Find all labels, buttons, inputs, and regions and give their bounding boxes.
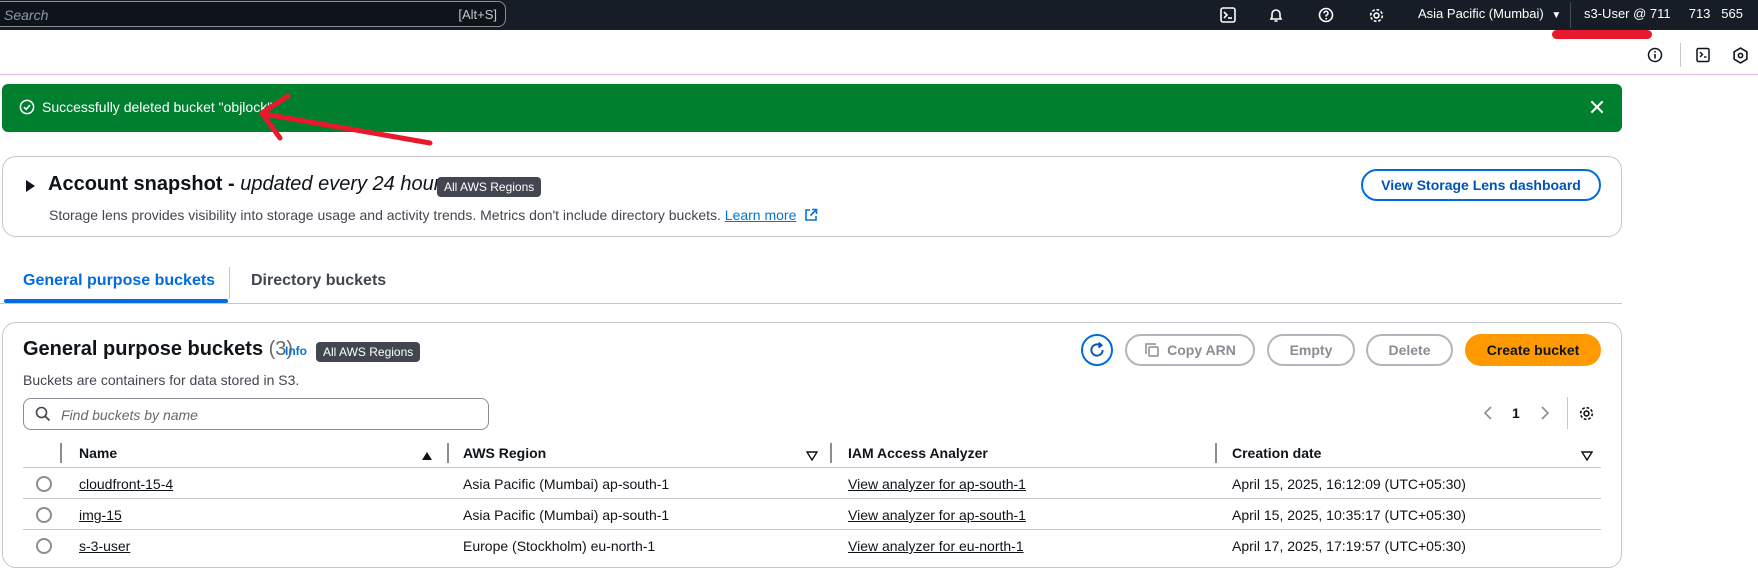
create-bucket-button[interactable]: Create bucket xyxy=(1465,334,1601,366)
sort-icon[interactable] xyxy=(1580,448,1594,466)
snapshot-title-text: Account snapshot - xyxy=(48,173,241,195)
row-radio-button[interactable] xyxy=(36,507,52,523)
success-check-icon xyxy=(19,99,35,120)
snapshot-title-italic: updated every 24 hours xyxy=(240,173,451,195)
all-regions-badge: All AWS Regions xyxy=(316,342,421,362)
find-buckets-search-input[interactable]: Find buckets by name xyxy=(23,398,489,430)
region-selector[interactable]: Asia Pacific (Mumbai) ▼ xyxy=(1418,6,1561,21)
success-flash-message: Successfully deleted bucket "objlock" xyxy=(2,84,1622,132)
divider xyxy=(1570,2,1571,28)
column-header-region[interactable]: AWS Region xyxy=(463,445,546,461)
next-page-icon[interactable] xyxy=(1540,405,1550,424)
divider xyxy=(229,267,230,299)
search-icon xyxy=(35,406,51,427)
account-menu[interactable]: s3-User @ 711 713 565 xyxy=(1584,6,1743,21)
row-radio-button[interactable] xyxy=(36,476,52,492)
copy-icon xyxy=(1145,343,1159,357)
info-link[interactable]: Info xyxy=(285,344,307,358)
panel-description: Buckets are containers for data stored i… xyxy=(23,372,300,388)
column-divider xyxy=(60,443,62,463)
divider xyxy=(23,498,1601,499)
external-link-icon[interactable] xyxy=(804,208,818,225)
bucket-name-link[interactable]: s-3-user xyxy=(79,538,130,554)
panel-title-text: General purpose buckets xyxy=(23,338,264,360)
view-analyzer-link[interactable]: View analyzer for ap-south-1 xyxy=(848,507,1026,523)
tab-general-purpose-buckets[interactable]: General purpose buckets xyxy=(23,272,215,290)
delete-button[interactable]: Delete xyxy=(1366,334,1453,366)
all-regions-badge: All AWS Regions xyxy=(437,177,542,197)
refresh-button[interactable] xyxy=(1081,334,1113,366)
settings-gear-icon[interactable] xyxy=(1366,5,1386,25)
column-divider xyxy=(1215,443,1217,463)
copy-arn-button[interactable]: Copy ARN xyxy=(1125,334,1255,366)
column-header-name[interactable]: Name xyxy=(79,445,117,461)
search-placeholder: Find buckets by name xyxy=(61,407,198,423)
column-header-iam-access-analyzer[interactable]: IAM Access Analyzer xyxy=(848,445,988,461)
view-analyzer-link[interactable]: View analyzer for ap-south-1 xyxy=(848,476,1026,492)
divider xyxy=(23,529,1601,530)
account-label: s3-User @ 711 713 565 xyxy=(1584,6,1743,21)
snapshot-title[interactable]: Account snapshot - updated every 24 hour… xyxy=(48,173,450,196)
column-divider xyxy=(830,443,832,463)
sort-icon[interactable] xyxy=(805,448,819,466)
notifications-bell-icon[interactable] xyxy=(1266,5,1286,25)
row-radio-button[interactable] xyxy=(36,538,52,554)
copy-arn-label: Copy ARN xyxy=(1167,342,1236,358)
column-divider xyxy=(447,443,449,463)
cloudshell-icon[interactable] xyxy=(1218,5,1238,25)
column-header-creation-date[interactable]: Creation date xyxy=(1232,445,1321,461)
divider xyxy=(0,303,1622,304)
global-search-input[interactable]: Search [Alt+S] xyxy=(0,1,506,27)
region-label: Asia Pacific (Mumbai) xyxy=(1418,6,1544,21)
bucket-region: Asia Pacific (Mumbai) ap-south-1 xyxy=(463,476,670,492)
view-storage-lens-dashboard-button[interactable]: View Storage Lens dashboard xyxy=(1361,169,1601,201)
learn-more-link[interactable]: Learn more xyxy=(725,207,797,223)
bucket-name-link[interactable]: img-15 xyxy=(79,507,122,523)
top-navigation-bar: Search [Alt+S] Asia Pacific (Mumbai) ▼ s… xyxy=(0,0,1758,30)
search-placeholder: Search xyxy=(4,7,49,23)
annotation-arrow-icon xyxy=(259,93,433,146)
info-circle-icon[interactable] xyxy=(1645,45,1665,65)
empty-button[interactable]: Empty xyxy=(1267,334,1355,366)
caret-right-icon[interactable] xyxy=(24,179,36,198)
flash-message-text: Successfully deleted bucket "objlock" xyxy=(42,99,273,115)
refresh-icon xyxy=(1090,341,1104,357)
creation-date: April 15, 2025, 10:35:17 (UTC+05:30) xyxy=(1232,507,1466,523)
panel-title: General purpose buckets (3) xyxy=(23,338,293,361)
divider xyxy=(1567,397,1568,429)
help-icon[interactable] xyxy=(1316,5,1336,25)
close-icon[interactable] xyxy=(1588,98,1606,121)
search-shortcut: [Alt+S] xyxy=(458,7,497,22)
previous-page-icon[interactable] xyxy=(1483,405,1493,424)
bucket-name-link[interactable]: cloudfront-15-4 xyxy=(79,476,173,492)
bucket-region: Asia Pacific (Mumbai) ap-south-1 xyxy=(463,507,670,523)
sort-ascending-icon[interactable] xyxy=(421,448,433,466)
tab-directory-buckets[interactable]: Directory buckets xyxy=(251,272,386,290)
view-analyzer-link[interactable]: View analyzer for eu-north-1 xyxy=(848,538,1024,554)
table-preferences-gear-icon[interactable] xyxy=(1578,405,1595,427)
hexagon-settings-icon[interactable] xyxy=(1730,45,1750,65)
snapshot-description: Storage lens provides visibility into st… xyxy=(49,207,818,225)
creation-date: April 15, 2025, 16:12:09 (UTC+05:30) xyxy=(1232,476,1466,492)
secondary-toolbar xyxy=(0,30,1758,75)
notes-panel-icon[interactable] xyxy=(1693,45,1713,65)
snapshot-description-text: Storage lens provides visibility into st… xyxy=(49,207,725,223)
creation-date: April 17, 2025, 17:19:57 (UTC+05:30) xyxy=(1232,538,1466,554)
page-number[interactable]: 1 xyxy=(1512,405,1520,421)
divider xyxy=(1680,43,1681,67)
divider xyxy=(23,467,1601,468)
bucket-region: Europe (Stockholm) eu-north-1 xyxy=(463,538,656,554)
caret-down-icon: ▼ xyxy=(1551,10,1562,21)
